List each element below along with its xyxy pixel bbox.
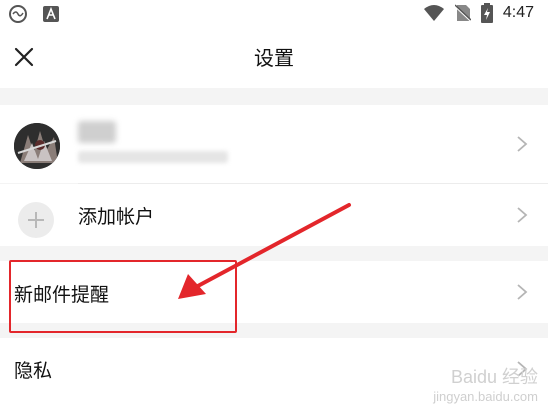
- chevron-right-icon: [517, 207, 528, 223]
- plus-icon: [18, 202, 54, 238]
- notification-a-icon: [43, 6, 59, 22]
- account-row[interactable]: [0, 105, 548, 183]
- account-avatar: [14, 123, 60, 169]
- privacy-label: 隐私: [14, 360, 53, 382]
- avatar-status-icon: [9, 5, 27, 23]
- wifi-icon: [423, 5, 444, 21]
- account-email-blurred: [78, 151, 228, 163]
- watermark-brand: Baidu 经验: [450, 367, 538, 387]
- status-bar: 4:47: [0, 0, 548, 28]
- annotation-highlight-box: [9, 260, 237, 333]
- chevron-right-icon: [517, 136, 528, 152]
- header: 设置: [0, 28, 548, 88]
- page-title: 设置: [254, 46, 294, 70]
- baidu-watermark: Baidu 经验 jingyan.baidu.com: [433, 363, 538, 404]
- add-account-row[interactable]: 添加帐户: [0, 184, 548, 246]
- battery-charging-icon: [480, 3, 493, 23]
- add-account-label: 添加帐户: [78, 206, 155, 228]
- watermark-url: jingyan.baidu.com: [433, 389, 538, 404]
- chevron-right-icon: [517, 284, 528, 300]
- account-name-blurred: [78, 121, 116, 143]
- no-sim-icon: [454, 4, 471, 22]
- status-time: 4:47: [502, 4, 534, 21]
